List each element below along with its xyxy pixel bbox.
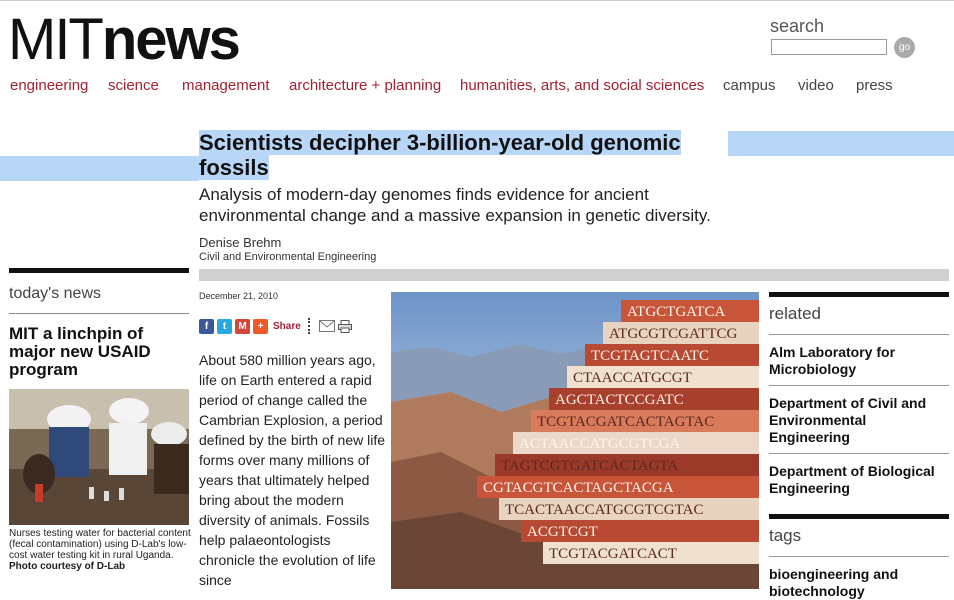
logo-mit: MIT — [8, 7, 104, 72]
search-label: search — [770, 16, 825, 36]
dna-sequence-text: TAGTCGTGATCACTAGTA — [501, 458, 678, 474]
headline-line-1: Scientists decipher 3-billion-year-old g… — [199, 130, 681, 155]
related-rule — [769, 385, 949, 386]
right-column-bar — [769, 292, 949, 297]
left-column-bar — [9, 268, 189, 273]
related-link-civil-env[interactable]: Department of Civil and Environmental En… — [769, 395, 949, 446]
nav-management[interactable]: management — [182, 77, 270, 94]
photo-caption: Nurses testing water for bacterial conte… — [9, 528, 191, 572]
search-input[interactable] — [771, 39, 887, 55]
addthis-plus-icon[interactable]: + — [253, 318, 268, 334]
nav-science[interactable]: science — [108, 77, 159, 94]
related-rule — [769, 453, 949, 454]
headline-line-2: fossils — [199, 155, 269, 180]
article-illustration[interactable]: ATGCTGATCA ATGCGTCGATTCG TCGTAGTCAATC CTAAC… — [391, 292, 759, 589]
gmail-icon[interactable]: M — [235, 318, 250, 334]
article-date: December 21, 2010 — [199, 291, 279, 301]
twitter-icon[interactable]: t — [217, 318, 232, 334]
logo-news: news — [101, 7, 241, 72]
nav-video[interactable]: video — [798, 77, 834, 94]
caption-text: Nurses testing water for bacterial conte… — [9, 528, 191, 561]
top-border — [0, 0, 954, 1]
nav-architecture-planning[interactable]: architecture + planning — [289, 77, 441, 94]
facebook-icon[interactable]: f — [199, 318, 214, 334]
share-label[interactable]: Share — [273, 321, 301, 332]
dna-sequence-text: TCGTAGTCAATC — [591, 348, 709, 364]
search-go-button[interactable]: go — [894, 37, 915, 58]
nav-humanities[interactable]: humanities, arts, and social sciences — [460, 77, 704, 94]
article-body: About 580 million years ago, life on Ear… — [199, 352, 386, 588]
print-icon[interactable] — [337, 319, 352, 333]
related-link-alm-lab[interactable]: Alm Laboratory for Microbiology — [769, 344, 949, 378]
selection-highlight-left — [0, 156, 199, 181]
photo-credit: Photo courtesy of D-Lab — [9, 561, 126, 572]
todays-news-photo[interactable] — [9, 389, 189, 525]
nav-engineering[interactable]: engineering — [10, 77, 88, 94]
todays-news-lead-link[interactable]: MIT a linchpin of major new USAID progra… — [9, 325, 189, 379]
nav-press[interactable]: press — [856, 77, 893, 94]
dna-sequence-text: AGCTACTCCGATC — [555, 392, 684, 408]
article-headline: Scientists decipher 3-billion-year-old g… — [199, 130, 929, 180]
article-author[interactable]: Denise Brehm — [199, 235, 281, 250]
mit-news-logo[interactable]: MITnews — [8, 7, 241, 72]
dna-sequence-text: TCACTAACCATGCGTCGTAC — [505, 502, 703, 518]
share-toolbar: f t M + Share — [199, 318, 352, 334]
tags-bar — [769, 514, 949, 519]
dna-sequence-text: CTAACCATGCGT — [573, 370, 692, 386]
dna-sequence-text: ACTAACCATGCGTCGA — [519, 436, 680, 452]
article-subhead: Analysis of modern-day genomes finds evi… — [199, 185, 711, 225]
tag-link[interactable]: bioengineering and biotechnology — [769, 566, 949, 600]
gray-divider — [199, 269, 949, 281]
share-divider — [307, 318, 312, 334]
dna-sequence-text: TCGTACGATCACTAGTAC — [537, 414, 714, 430]
dna-sequence-text: ATGCGTCGATTCG — [609, 326, 738, 342]
todays-news-heading: today's news — [9, 285, 101, 302]
todays-news-rule — [9, 313, 189, 314]
related-link-biological-eng[interactable]: Department of Biological Engineering — [769, 463, 949, 497]
dna-sequence-text: ATGCTGATCA — [627, 304, 726, 320]
related-heading: related — [769, 304, 821, 323]
nav-campus[interactable]: campus — [723, 77, 776, 94]
dna-sequence-text: TCGTACGATCACT — [549, 546, 677, 562]
dna-sequence-text: CGTACGTCACTAGCTACGA — [483, 480, 674, 496]
article-department[interactable]: Civil and Environmental Engineering — [199, 251, 376, 263]
related-rule — [769, 334, 949, 335]
email-icon[interactable] — [318, 320, 335, 332]
tags-rule — [769, 556, 949, 557]
tags-heading: tags — [769, 526, 802, 545]
dna-sequence-text: ACGTCGT — [527, 524, 598, 540]
